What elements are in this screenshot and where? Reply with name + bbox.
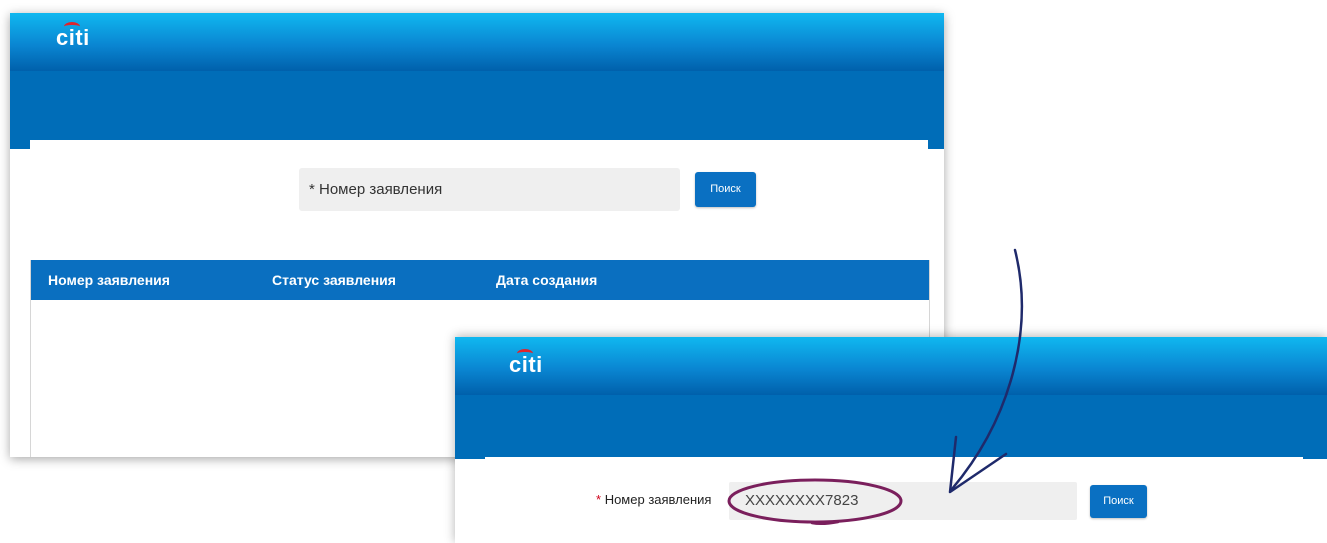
citi-logo: citi	[509, 349, 543, 378]
header-bar: citi	[455, 337, 1327, 395]
column-header-application-number: Номер заявления	[48, 272, 170, 288]
hero-band	[455, 395, 1327, 459]
logo-arc-icon	[64, 22, 80, 31]
hero-band	[10, 71, 944, 149]
column-header-created-date: Дата создания	[496, 272, 598, 288]
search-button[interactable]: Поиск	[695, 172, 756, 207]
filled-search-screenshot: citi * Номер заявления XXXXXXXX7823 Поис…	[455, 337, 1327, 543]
column-header-application-status: Статус заявления	[272, 272, 396, 288]
search-button[interactable]: Поиск	[1090, 485, 1147, 518]
application-number-input[interactable]: * Номер заявления	[299, 168, 680, 211]
header-bar: citi	[10, 13, 944, 71]
logo-arc-icon	[517, 349, 533, 358]
table-header: Номер заявления Статус заявления Дата со…	[31, 260, 929, 300]
application-number-label: * Номер заявления	[596, 492, 712, 507]
citi-logo: citi	[56, 22, 90, 51]
required-asterisk: *	[596, 492, 602, 507]
application-number-input[interactable]: XXXXXXXX7823	[729, 482, 1077, 520]
